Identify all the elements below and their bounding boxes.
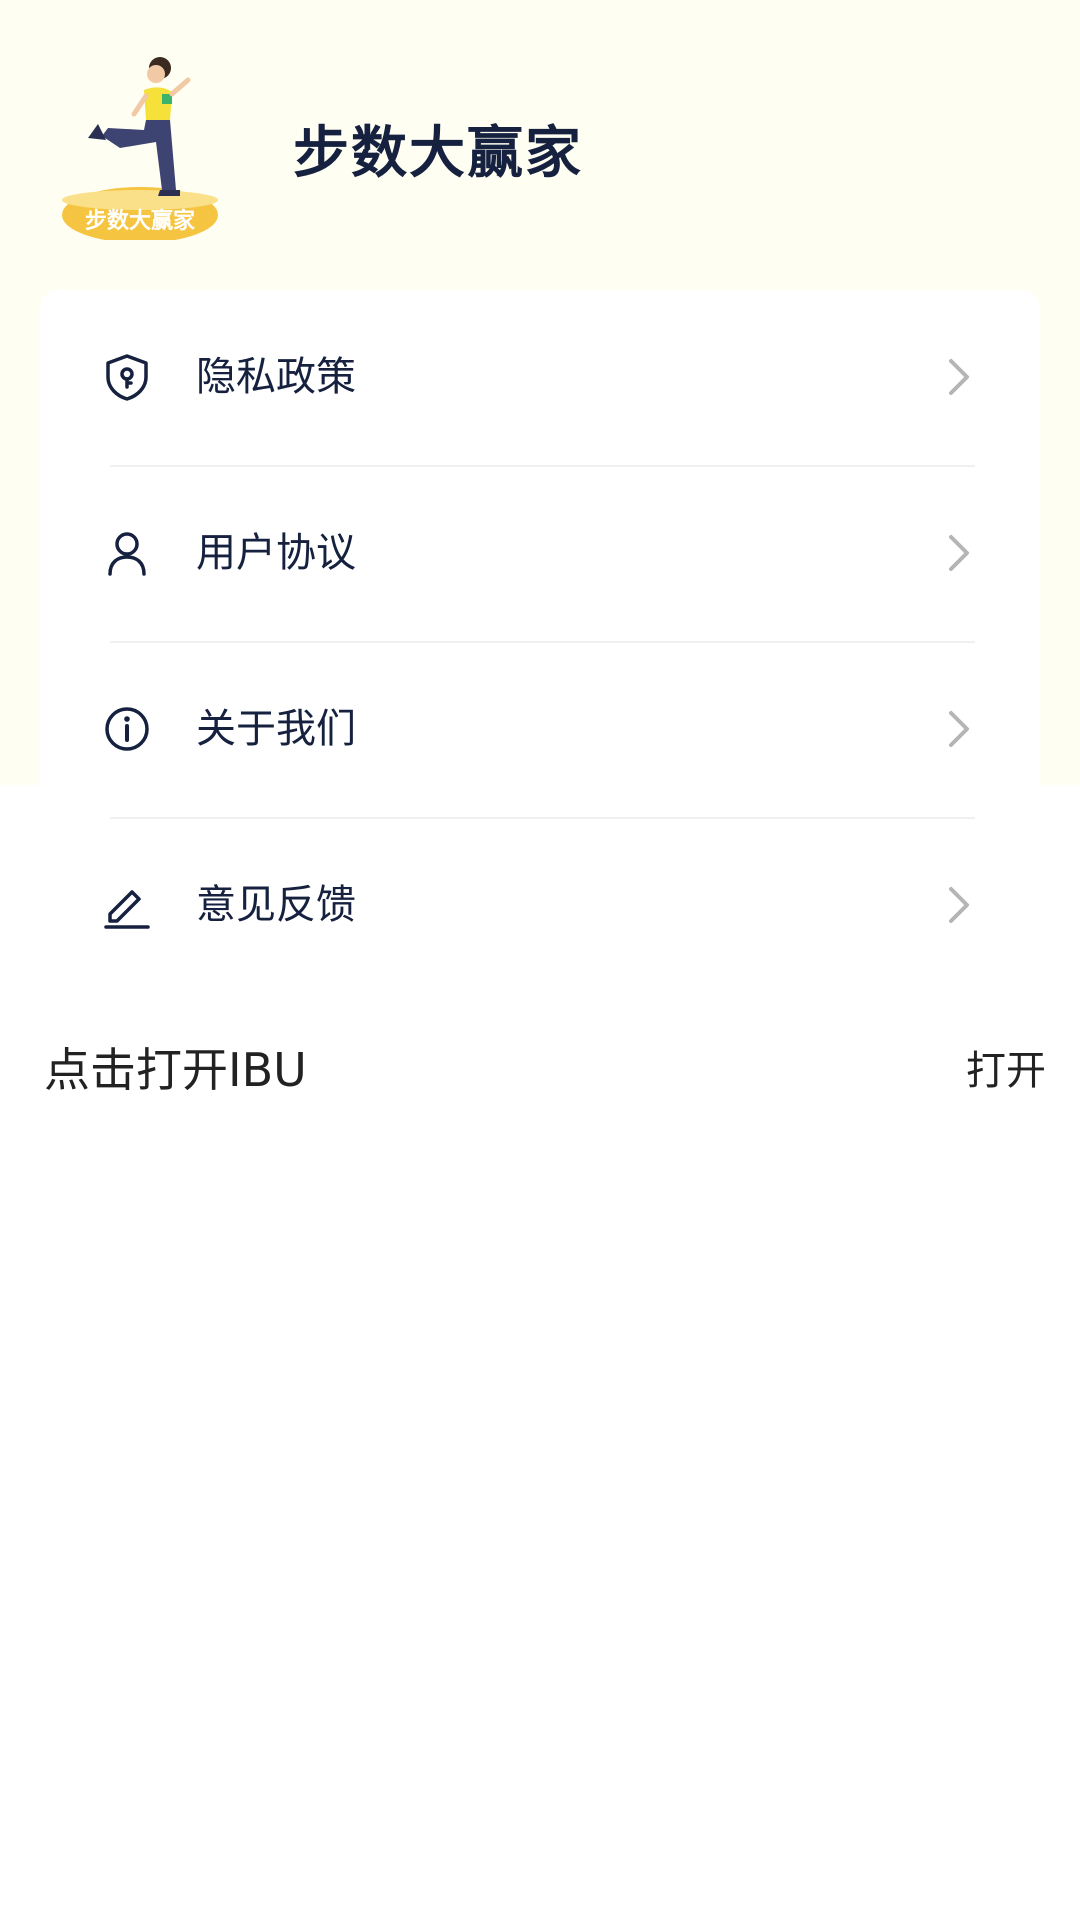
menu-item-label: 意见反馈 — [196, 882, 356, 928]
chevron-right-icon — [945, 532, 973, 574]
menu-item-label: 关于我们 — [196, 706, 356, 752]
app-logo: 步数大赢家 — [60, 50, 220, 243]
menu-item-about-us[interactable]: 关于我们 — [40, 642, 1040, 818]
shield-key-icon — [102, 352, 152, 402]
menu-item-privacy-policy[interactable]: 隐私政策 — [40, 290, 1040, 466]
open-button[interactable]: 打开 — [966, 1038, 1046, 1096]
menu-item-user-agreement[interactable]: 用户协议 — [40, 466, 1040, 642]
open-ibu-row[interactable]: 点击打开IBU 打开 — [0, 1030, 1080, 1100]
chevron-right-icon — [945, 708, 973, 750]
menu-item-feedback[interactable]: 意见反馈 — [40, 818, 1040, 994]
menu-card: 隐私政策 用户协议 关于我们 意见反馈 — [40, 290, 1040, 1020]
menu-item-label: 隐私政策 — [196, 354, 356, 400]
edit-pen-icon — [102, 880, 152, 930]
app-title: 步数大赢家 — [293, 121, 583, 186]
chevron-right-icon — [945, 884, 973, 926]
user-icon — [102, 528, 152, 578]
chevron-right-icon — [945, 356, 973, 398]
logo-text: 步数大赢家 — [85, 208, 196, 234]
open-ibu-label: 点击打开IBU — [44, 1043, 307, 1097]
info-icon — [102, 704, 152, 754]
app-header: 步数大赢家 步数大赢家 — [0, 0, 1080, 290]
menu-item-label: 用户协议 — [196, 530, 356, 576]
